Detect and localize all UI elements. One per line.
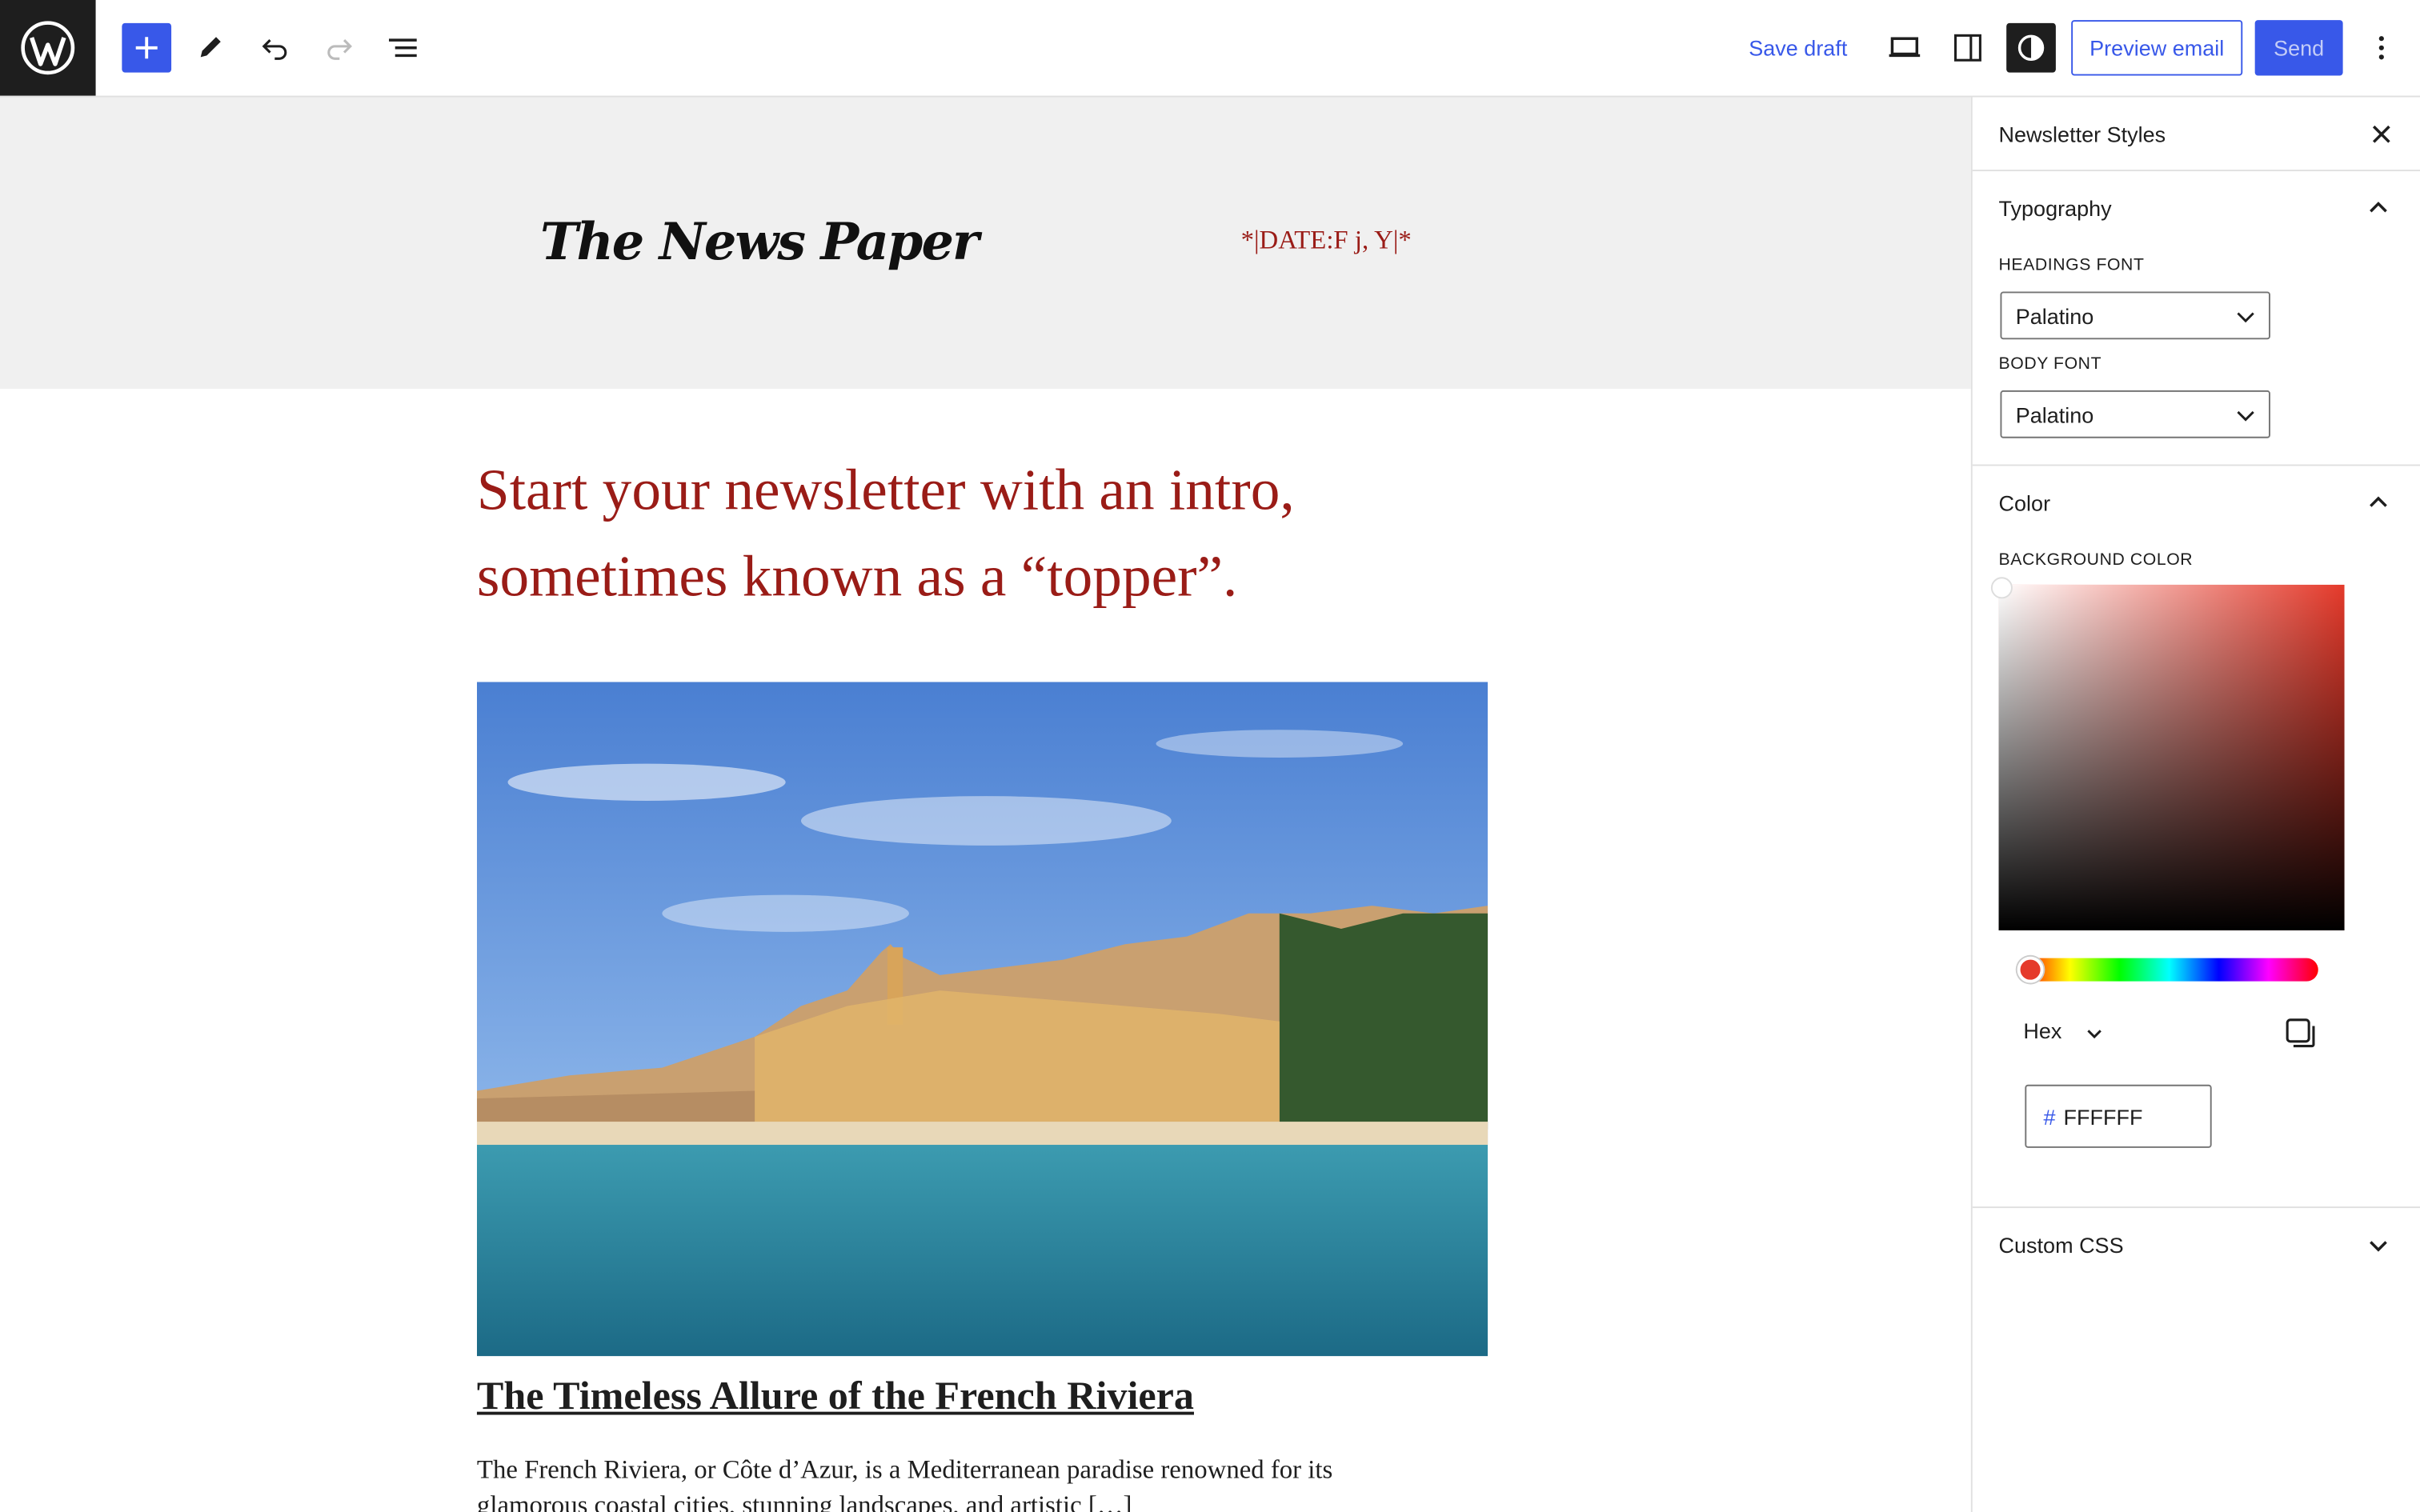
hue-slider[interactable]	[2017, 956, 2318, 983]
body-font-select[interactable]: Palatino	[2000, 390, 2270, 438]
hex-value: FFFFFF	[2063, 1104, 2143, 1130]
body-font-value: Palatino	[2015, 402, 2094, 428]
add-block-button[interactable]	[122, 22, 172, 73]
sidebar-icon	[1953, 34, 1981, 62]
options-button[interactable]	[2357, 23, 2406, 73]
color-panel-label: Color	[1998, 490, 2051, 516]
preview-email-button[interactable]: Preview email	[2071, 20, 2243, 76]
redo-icon	[327, 39, 352, 60]
sidebar-header: Newsletter Styles	[1972, 98, 2420, 172]
hex-color-input[interactable]: # FFFFFF	[2025, 1084, 2212, 1148]
post-excerpt[interactable]: The French Riviera, or Côte d’Azur, is a…	[477, 1452, 1434, 1512]
pencil-icon	[200, 37, 221, 58]
headings-font-select[interactable]: Palatino	[2000, 291, 2270, 340]
plus-icon	[135, 37, 158, 59]
saturation-handle[interactable]	[1990, 577, 2013, 599]
hue-handle[interactable]	[2017, 956, 2044, 983]
desktop-icon	[1889, 37, 1921, 58]
redo-button[interactable]	[315, 23, 364, 73]
tools-button[interactable]	[185, 23, 234, 73]
sidebar-title: Newsletter Styles	[1998, 122, 2166, 147]
chevron-down-icon	[2370, 1241, 2387, 1252]
custom-css-panel-label: Custom CSS	[1998, 1232, 2124, 1258]
save-draft-button[interactable]: Save draft	[1735, 20, 1861, 75]
chevron-down-icon	[2237, 410, 2254, 422]
color-format-select[interactable]: Hex	[2023, 1018, 2061, 1043]
newsletter-styles-sidebar: Newsletter Styles Typography HEADINGS FO…	[1970, 97, 2420, 1512]
typography-panel-label: Typography	[1998, 195, 2112, 221]
list-view-button[interactable]	[379, 23, 428, 73]
headings-font-value: Palatino	[2015, 303, 2094, 329]
settings-sidebar-button[interactable]	[1943, 23, 1993, 73]
post-title-link[interactable]: The Timeless Allure of the French Rivier…	[477, 1373, 1194, 1419]
color-panel-toggle[interactable]: Color	[1973, 466, 2420, 540]
hex-prefix: #	[2043, 1104, 2056, 1130]
headings-font-label: HEADINGS FONT	[1998, 256, 2145, 275]
background-color-label: BACKGROUND COLOR	[1998, 550, 2194, 570]
saturation-picker[interactable]	[1990, 577, 2345, 930]
list-view-icon	[389, 38, 417, 58]
site-logo[interactable]: The News Paper	[540, 211, 980, 271]
chevron-up-icon	[2370, 496, 2387, 507]
contrast-icon	[2017, 34, 2045, 61]
editor-toolbar: Save draft Preview email Send	[0, 0, 2420, 98]
undo-button[interactable]	[250, 23, 299, 73]
chevron-up-icon	[2370, 202, 2387, 213]
date-merge-tag[interactable]: *|DATE:F j, Y|*	[1241, 226, 1412, 257]
intro-paragraph[interactable]: Start your newsletter with an intro, som…	[477, 447, 1464, 620]
copy-icon[interactable]	[2284, 1017, 2318, 1050]
body-font-label: BODY FONT	[1998, 354, 2102, 374]
close-sidebar-button[interactable]	[2366, 119, 2398, 150]
chevron-down-icon	[2237, 312, 2254, 323]
more-vertical-icon	[2378, 36, 2384, 60]
undo-icon	[262, 39, 287, 60]
preview-device-button[interactable]	[1880, 23, 1929, 73]
close-icon	[2372, 125, 2390, 143]
chevron-down-icon[interactable]	[2084, 1023, 2105, 1045]
featured-image[interactable]	[476, 682, 1488, 1357]
send-button[interactable]: Send	[2254, 20, 2343, 76]
wordpress-logo-icon[interactable]	[0, 0, 96, 96]
custom-css-panel-toggle[interactable]: Custom CSS	[1973, 1208, 2420, 1282]
typography-panel-toggle[interactable]: Typography	[1973, 171, 2420, 246]
masthead[interactable]: The News Paper *|DATE:F j, Y|*	[0, 97, 1971, 390]
styles-button[interactable]	[2006, 22, 2056, 73]
editor-canvas: The News Paper *|DATE:F j, Y|* Start you…	[0, 97, 1971, 1512]
